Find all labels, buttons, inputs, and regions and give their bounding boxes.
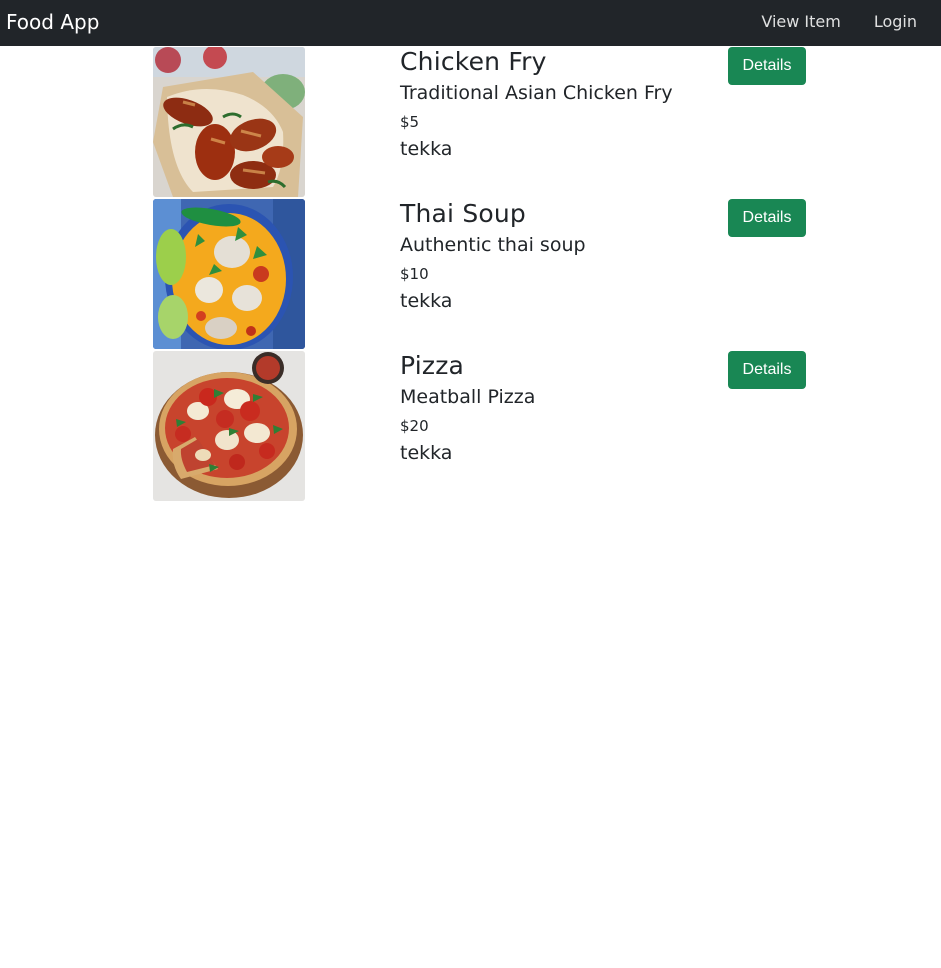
pizza-photo <box>153 351 305 501</box>
nav-link-login[interactable]: Login <box>874 14 917 30</box>
food-item-description: Meatball Pizza <box>400 386 536 408</box>
food-item-owner: tekka <box>400 442 453 464</box>
details-button[interactable]: Details <box>728 47 806 85</box>
nav-links: View Item Login <box>728 14 933 31</box>
pizza-image <box>153 351 305 501</box>
thai-soup-photo <box>153 199 305 349</box>
food-item-info: Pizza Meatball Pizza $20 tekka <box>400 350 720 463</box>
food-item-chicken-fry: Chicken Fry Traditional Asian Chicken Fr… <box>0 46 941 198</box>
food-item-price: $20 <box>400 417 429 435</box>
food-item-pizza: Pizza Meatball Pizza $20 tekka Details <box>0 350 941 502</box>
food-item-owner: tekka <box>400 138 453 160</box>
food-item-price: $10 <box>400 265 429 283</box>
food-item-info: Thai Soup Authentic thai soup $10 tekka <box>400 198 720 311</box>
chicken-fry-photo <box>153 47 305 197</box>
details-button[interactable]: Details <box>728 351 806 389</box>
brand-link[interactable]: Food App <box>6 12 99 32</box>
details-button[interactable]: Details <box>728 199 806 237</box>
food-list: Chicken Fry Traditional Asian Chicken Fr… <box>0 46 941 502</box>
food-item-description: Traditional Asian Chicken Fry <box>400 82 673 104</box>
top-navbar: Food App View Item Login <box>0 0 941 46</box>
food-item-title: Pizza <box>400 351 465 380</box>
food-item-price: $5 <box>400 113 420 131</box>
food-item-thai-soup: Thai Soup Authentic thai soup $10 tekka … <box>0 198 941 350</box>
food-item-info: Chicken Fry Traditional Asian Chicken Fr… <box>400 46 720 159</box>
food-item-title: Thai Soup <box>400 199 527 228</box>
food-item-description: Authentic thai soup <box>400 234 586 256</box>
thai-soup-image <box>153 199 305 349</box>
chicken-fry-image <box>153 47 305 197</box>
nav-link-view-item[interactable]: View Item <box>761 14 840 30</box>
food-item-title: Chicken Fry <box>400 47 547 76</box>
food-item-owner: tekka <box>400 290 453 312</box>
